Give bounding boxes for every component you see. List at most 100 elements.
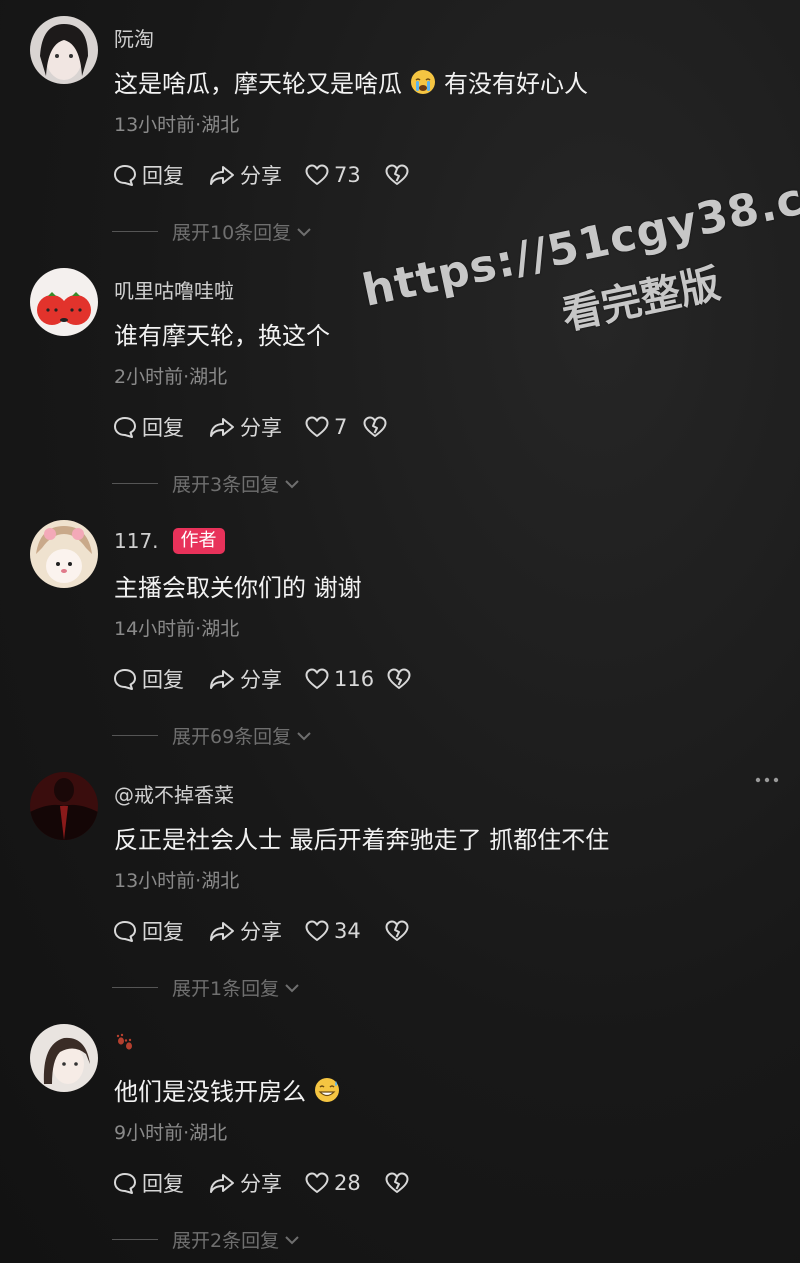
chevron-down-icon bbox=[285, 983, 299, 992]
comment-actions: 回复 分享 73 bbox=[112, 158, 410, 192]
username[interactable]: 117. bbox=[114, 529, 159, 553]
avatar[interactable] bbox=[30, 16, 98, 84]
comment-actions: 回复 分享 7 bbox=[112, 410, 388, 444]
expand-replies-label: 展开10条回复 bbox=[172, 222, 292, 244]
comment-text-body: 这是啥瓜，摩天轮又是啥瓜 bbox=[114, 70, 402, 98]
expand-replies[interactable]: 展开2条回复 bbox=[112, 1226, 301, 1253]
heart-icon bbox=[305, 668, 329, 689]
username-row: 阮淘 bbox=[114, 22, 154, 52]
expand-replies-label: 展开69条回复 bbox=[172, 726, 292, 748]
avatar[interactable] bbox=[30, 268, 98, 336]
heart-icon bbox=[305, 1172, 329, 1193]
crying-face-icon bbox=[410, 69, 436, 95]
reply-button[interactable]: 回复 bbox=[112, 160, 208, 190]
comment-actions: 回复 分享 28 bbox=[112, 1166, 410, 1200]
author-badge: 作者 bbox=[172, 528, 225, 554]
share-button[interactable]: 分享 bbox=[208, 916, 304, 946]
share-button[interactable]: 分享 bbox=[208, 1168, 304, 1198]
heart-icon bbox=[305, 920, 329, 941]
divider bbox=[112, 1239, 158, 1240]
broken-heart-icon bbox=[385, 1172, 409, 1193]
avatar[interactable] bbox=[30, 520, 98, 588]
expand-replies[interactable]: 展开69条回复 bbox=[112, 722, 313, 749]
share-arrow-icon bbox=[210, 418, 234, 437]
comment-actions: 回复 分享 34 bbox=[112, 914, 410, 948]
like-button[interactable]: 28 bbox=[304, 1170, 384, 1196]
comment-text-body: 他们是没钱开房么 bbox=[114, 1078, 306, 1106]
comment-meta: 14小时前·湖北 bbox=[114, 618, 240, 640]
avatar[interactable] bbox=[30, 1024, 98, 1092]
comment-meta: 9小时前·湖北 bbox=[114, 1122, 228, 1144]
divider bbox=[112, 231, 158, 232]
like-count: 7 bbox=[334, 415, 348, 439]
comment-item: 117. 作者 主播会取关你们的 谢谢 14小时前·湖北 回复 分享 116 展… bbox=[0, 504, 800, 756]
like-button[interactable]: 73 bbox=[304, 162, 384, 188]
reply-bubble-icon bbox=[114, 921, 136, 942]
like-count: 116 bbox=[334, 667, 375, 691]
heart-icon bbox=[305, 416, 329, 437]
dislike-button[interactable] bbox=[362, 414, 388, 440]
reply-bubble-icon bbox=[114, 417, 136, 438]
like-button[interactable]: 34 bbox=[304, 918, 384, 944]
reply-button[interactable]: 回复 bbox=[112, 916, 208, 946]
expand-replies-link[interactable]: 展开69条回复 bbox=[172, 722, 313, 749]
comment-item: 阮淘 这是啥瓜，摩天轮又是啥瓜 有没有好心人 13小时前·湖北 回复 分享 73… bbox=[0, 0, 800, 252]
like-button[interactable]: 7 bbox=[304, 414, 362, 440]
share-label: 分享 bbox=[240, 416, 282, 440]
dislike-button[interactable] bbox=[386, 666, 412, 692]
share-button[interactable]: 分享 bbox=[208, 664, 304, 694]
chevron-down-icon bbox=[285, 479, 299, 488]
username[interactable]: @戒不掉香菜 bbox=[114, 779, 234, 808]
like-count: 34 bbox=[334, 919, 361, 943]
comment-text: 谁有摩天轮，换这个 bbox=[114, 316, 330, 351]
chevron-down-icon bbox=[297, 731, 311, 740]
reply-button[interactable]: 回复 bbox=[112, 412, 208, 442]
username[interactable]: 阮淘 bbox=[114, 23, 154, 52]
share-arrow-icon bbox=[210, 1174, 234, 1193]
expand-replies-link[interactable]: 展开3条回复 bbox=[172, 470, 301, 497]
expand-replies[interactable]: 展开10条回复 bbox=[112, 218, 313, 245]
dislike-button[interactable] bbox=[384, 162, 410, 188]
expand-replies[interactable]: 展开1条回复 bbox=[112, 974, 301, 1001]
share-label: 分享 bbox=[240, 920, 282, 944]
expand-replies-link[interactable]: 展开10条回复 bbox=[172, 218, 313, 245]
reply-label: 回复 bbox=[142, 164, 184, 188]
dislike-button[interactable] bbox=[384, 918, 410, 944]
like-button[interactable]: 116 bbox=[304, 666, 386, 692]
dislike-button[interactable] bbox=[384, 1170, 410, 1196]
username-row bbox=[114, 1030, 152, 1060]
expand-replies-link[interactable]: 展开1条回复 bbox=[172, 974, 301, 1001]
comment-item: 叽里咕噜哇啦 谁有摩天轮，换这个 2小时前·湖北 回复 分享 7 展开3条回复 bbox=[0, 252, 800, 504]
share-button[interactable]: 分享 bbox=[208, 412, 304, 442]
broken-heart-icon bbox=[385, 164, 409, 185]
paw-prints-icon[interactable] bbox=[114, 1031, 138, 1060]
comment-text: 这是啥瓜，摩天轮又是啥瓜 有没有好心人 bbox=[114, 64, 588, 99]
chevron-down-icon bbox=[285, 1235, 299, 1244]
avatar[interactable] bbox=[30, 772, 98, 840]
share-label: 分享 bbox=[240, 668, 282, 692]
comment-meta: 13小时前·湖北 bbox=[114, 870, 240, 892]
reply-bubble-icon bbox=[114, 1173, 136, 1194]
reply-label: 回复 bbox=[142, 668, 184, 692]
expand-replies-label: 展开2条回复 bbox=[172, 1230, 280, 1252]
share-arrow-icon bbox=[210, 166, 234, 185]
comment-text-body: 谁有摩天轮，换这个 bbox=[114, 322, 330, 350]
broken-heart-icon bbox=[385, 920, 409, 941]
divider bbox=[112, 483, 158, 484]
reply-button[interactable]: 回复 bbox=[112, 664, 208, 694]
expand-replies[interactable]: 展开3条回复 bbox=[112, 470, 301, 497]
comment-meta: 2小时前·湖北 bbox=[114, 366, 228, 388]
expand-replies-link[interactable]: 展开2条回复 bbox=[172, 1226, 301, 1253]
share-button[interactable]: 分享 bbox=[208, 160, 304, 190]
reply-button[interactable]: 回复 bbox=[112, 1168, 208, 1198]
expand-replies-label: 展开3条回复 bbox=[172, 474, 280, 496]
username[interactable]: 叽里咕噜哇啦 bbox=[114, 275, 234, 304]
username-row: 叽里咕噜哇啦 bbox=[114, 274, 234, 304]
more-options-icon[interactable] bbox=[752, 770, 782, 790]
comment-actions: 回复 分享 116 bbox=[112, 662, 412, 696]
share-label: 分享 bbox=[240, 164, 282, 188]
chevron-down-icon bbox=[297, 227, 311, 236]
reply-label: 回复 bbox=[142, 920, 184, 944]
broken-heart-icon bbox=[363, 416, 387, 437]
expand-replies-label: 展开1条回复 bbox=[172, 978, 280, 1000]
